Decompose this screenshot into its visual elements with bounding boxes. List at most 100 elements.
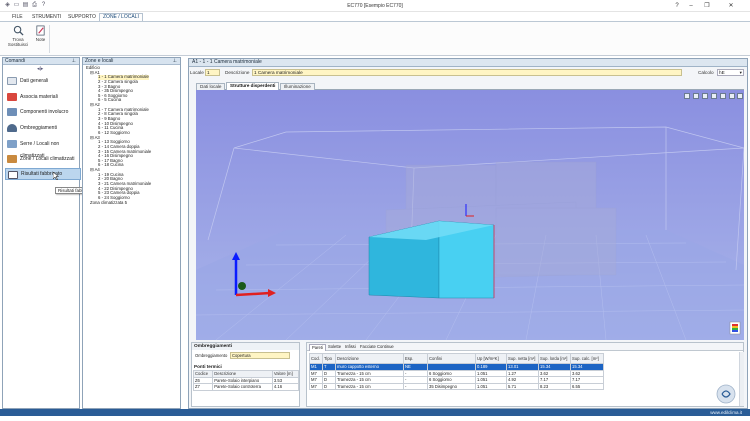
close-icon[interactable]: ✕ [726, 2, 736, 10]
edilclima-logo [716, 384, 736, 404]
pin-icon[interactable]: ⊥ [173, 58, 177, 64]
pareti-scrollbar[interactable] [739, 352, 744, 406]
envelope-components-icon [7, 108, 17, 116]
main-tabs: Dati locale Strutture disperdenti Illumi… [196, 82, 744, 90]
trova-sostituisci-button[interactable]: Trova Sostituisci [6, 24, 30, 52]
cell: 5.71 [506, 382, 539, 390]
status-bar: www.edilclima.it [0, 409, 750, 416]
cmd-componenti-involucro[interactable]: Componenti involucro [5, 106, 81, 118]
materials-icon [7, 93, 17, 101]
view-reset-icon[interactable] [737, 93, 743, 99]
view-zoom-icon[interactable] [729, 93, 735, 99]
menu-bar: FILE STRUMENTI SUPPORTO ZONE / LOCALI [0, 12, 750, 22]
cmd-risultati-fabbricato[interactable]: Risultati fabbricato [5, 168, 81, 180]
cell: Tramezza - 15 cm [335, 382, 404, 390]
col-sup-lorda: Sup. lorda [m²] [538, 353, 571, 364]
tree-footer-zone[interactable]: Zona climatizzata 5 [84, 200, 180, 206]
cmd-componenti-involucro-label: Componenti involucro [20, 109, 69, 115]
collapse-arrows-icon[interactable]: ◂|▸ [37, 66, 43, 72]
tab-infissi[interactable]: Infissi [343, 344, 358, 349]
comandi-header: Comandi ⊥ [3, 58, 79, 65]
document-icon [7, 77, 17, 85]
view-top-icon[interactable] [711, 93, 717, 99]
cell: M7 [309, 382, 323, 390]
cmd-associa-materiali[interactable]: Associa materiali [5, 91, 81, 103]
tab-pareti[interactable]: Pareti [309, 344, 326, 351]
calcolo-label: Calcolo [698, 70, 714, 75]
cmd-dati-generali[interactable]: Dati generali [5, 75, 81, 87]
title-bar: ◈ ▭ ▤ ⎙ ? EC770 [Esempio EC770] ? – ❐ ✕ [0, 0, 750, 12]
ombreggiamento-row: Ombreggiamento Copertura [192, 352, 299, 360]
col-esp: Esp. [403, 353, 428, 364]
ombreggiamento-label: Ombreggiamento [195, 353, 228, 358]
descrizione-label: Descrizione [225, 70, 250, 75]
view-side-icon[interactable] [702, 93, 708, 99]
ombreggiamenti-panel: Ombreggiamenti Ombreggiamento Copertura … [191, 342, 300, 407]
menu-file[interactable]: FILE [9, 14, 26, 22]
cell: 6.55 [570, 382, 604, 390]
zone-tree: Edificio ⊟ A1 1 - 1 Camera matrimoniale … [84, 65, 180, 408]
ombreggiamenti-title: Ombreggiamenti [192, 343, 299, 350]
descrizione-input[interactable]: 1 Camera matrimoniale [252, 69, 682, 76]
ombreggiamento-input[interactable]: Copertura [230, 352, 290, 359]
menu-zone-locali[interactable]: ZONE / LOCALI [99, 13, 143, 21]
cell: 1.051 [475, 382, 507, 390]
cell: Parete-Solaio controterra [212, 383, 273, 391]
ponti-termici-table: Codice Descrizione Valore [m] Z6 Parete-Sol… [192, 370, 300, 391]
col-descrizione: Descrizione [335, 353, 404, 364]
col-tipo: Tipo [322, 353, 336, 364]
cmd-zone-locali-label: Zone / Locali climatizzati [20, 156, 75, 162]
mouse-cursor-icon [53, 172, 59, 180]
col-sup-netta: Sup. netta [m²] [506, 353, 539, 364]
cell: 35 Disimpegno [427, 382, 476, 390]
trova-sostituisci-label: Trova Sostituisci [7, 37, 29, 47]
table-row[interactable]: Z7 Parete-Solaio controterra 4.16 [192, 383, 300, 391]
chevron-down-icon: ▾ [739, 70, 742, 75]
cmd-serre-locali[interactable]: Serre / Locali non climatizzati [5, 138, 81, 159]
tab-illuminazione[interactable]: Illuminazione [280, 83, 315, 90]
zones-icon [7, 155, 17, 163]
website-url[interactable]: www.edilclima.it [710, 410, 742, 415]
results-table-icon [8, 171, 18, 179]
cmd-zone-locali[interactable]: Zone / Locali climatizzati [5, 153, 81, 165]
cmd-ombreggiamenti[interactable]: Ombreggiamenti [5, 122, 81, 134]
table-row[interactable]: M7 D Tramezza - 15 cm -35 Disimpegno 1.051 5.… [309, 382, 604, 390]
minimize-icon[interactable]: – [686, 2, 696, 10]
view-select-icon[interactable] [684, 93, 690, 99]
pin-icon[interactable]: ⊥ [72, 58, 76, 64]
tab-solette[interactable]: Solette [326, 344, 343, 349]
ribbon: Trova Sostituisci Note [0, 22, 750, 56]
color-legend-icon[interactable] [729, 321, 741, 335]
tab-facciate-continue[interactable]: Facciate Continue [358, 344, 396, 349]
menu-strumenti[interactable]: STRUMENTI [29, 14, 64, 22]
col-confini: Confini [427, 353, 476, 364]
calcolo-value: hE [719, 70, 725, 75]
comandi-panel: Comandi ⊥ ◂|▸ Dati generali Associa mater… [2, 57, 81, 409]
greenhouse-icon [7, 140, 17, 148]
locale-label: Locale [190, 70, 204, 75]
view-3d-icon[interactable] [720, 93, 726, 99]
selected-room[interactable] [368, 220, 495, 299]
view-front-icon[interactable] [693, 93, 699, 99]
3d-viewport[interactable] [196, 90, 744, 340]
calcolo-select[interactable]: hE ▾ [717, 69, 744, 76]
comandi-title: Comandi [5, 58, 26, 64]
locale-input[interactable]: 1 [205, 69, 220, 76]
cell: 4.16 [271, 383, 300, 391]
col-up: Up [W/m²K] [475, 353, 507, 364]
menu-supporto[interactable]: SUPPORTO [65, 14, 99, 22]
restore-icon[interactable]: ❐ [702, 2, 712, 10]
tab-dati-locale[interactable]: Dati locale [196, 83, 226, 90]
cell: Z7 [192, 383, 214, 391]
pareti-table: Cod. Tipo Descrizione Esp. Confini Up [W… [309, 353, 604, 390]
ponti-termici-title: Ponti termici [194, 364, 222, 369]
window-title: EC770 [Esempio EC770] [347, 3, 403, 9]
tab-strutture-disperdenti[interactable]: Strutture disperdenti [226, 82, 280, 90]
main-title: A1 - 1 - 1 Camera matrimoniale [189, 59, 747, 67]
pareti-tabs: Pareti Solette Infissi Facciate Continue [307, 343, 743, 351]
cell: 8.23 [538, 382, 571, 390]
help-window-icon[interactable]: ? [672, 2, 682, 10]
pareti-panel: Pareti Solette Infissi Facciate Continue… [306, 342, 744, 407]
note-button[interactable]: Note [33, 24, 48, 52]
cell: - [403, 382, 428, 390]
